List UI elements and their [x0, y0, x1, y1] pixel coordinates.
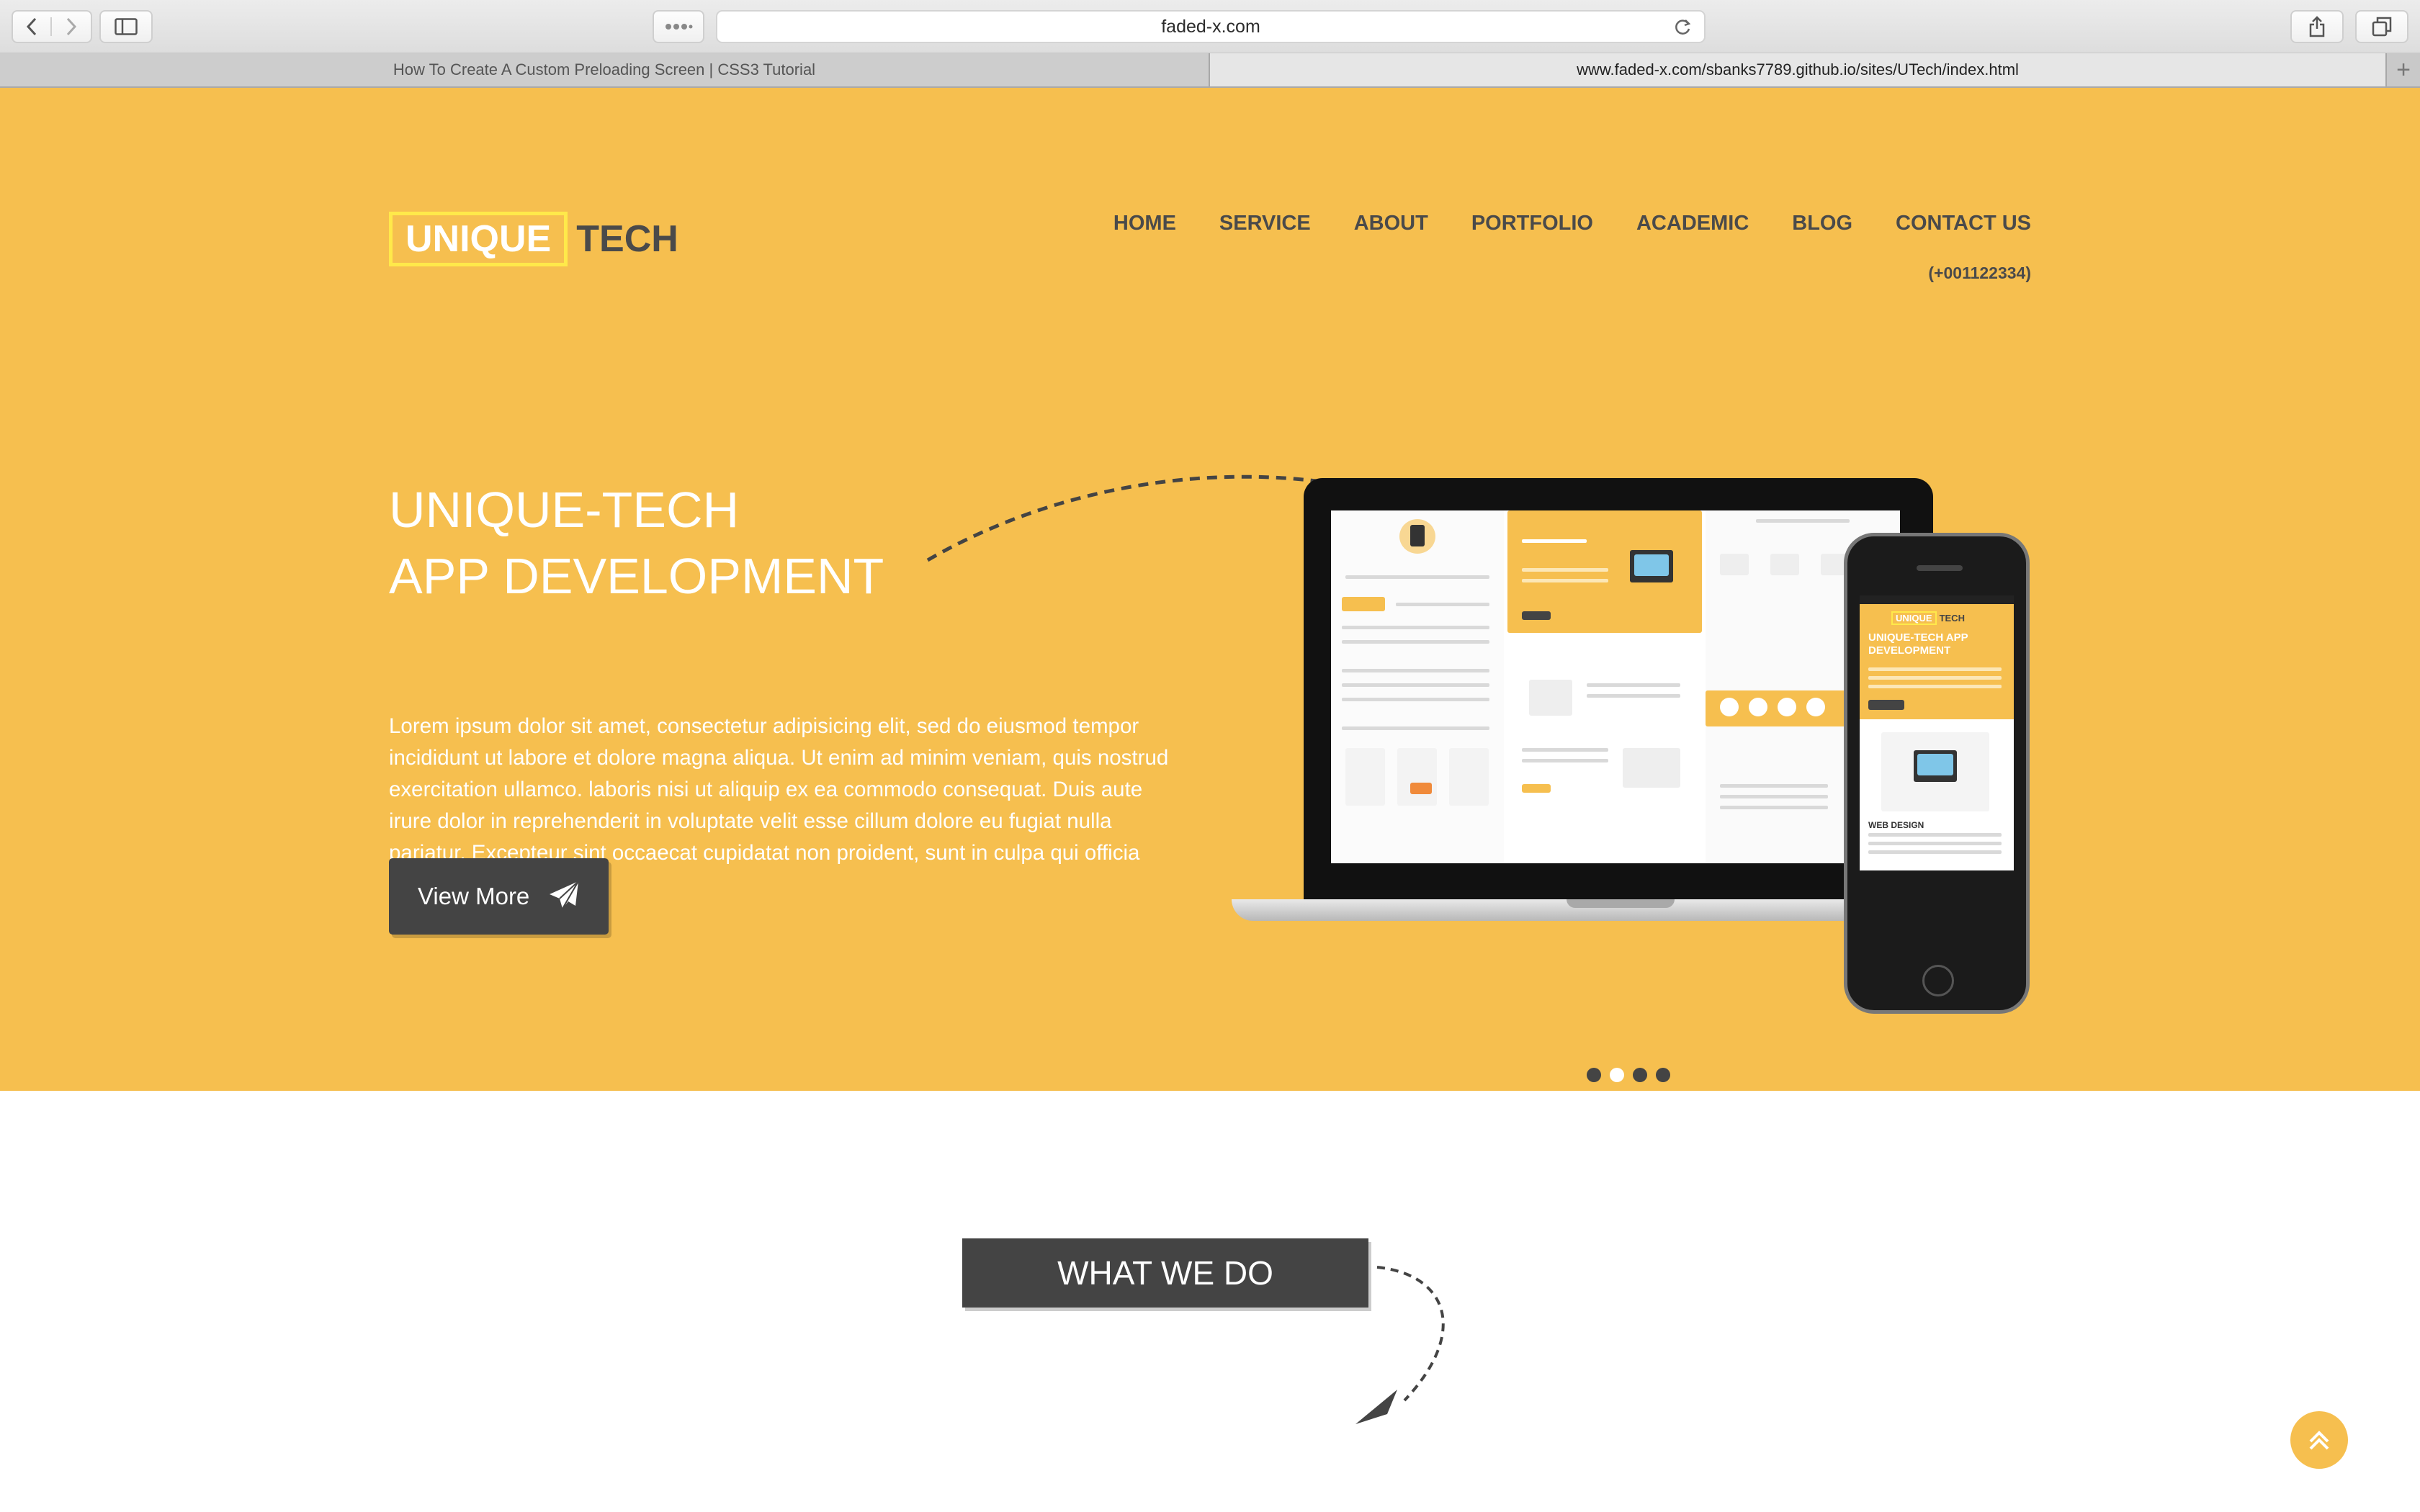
reader-button[interactable]: [653, 10, 704, 43]
carousel-dot[interactable]: [1656, 1068, 1670, 1082]
reader-icon: [666, 24, 693, 30]
view-more-label: View More: [418, 883, 530, 909]
what-we-do-heading: WHAT WE DO: [962, 1238, 1368, 1308]
browser-toolbar: faded-x.com: [0, 0, 2420, 53]
hero-title-line2: APP DEVELOPMENT: [389, 548, 884, 604]
nav-home[interactable]: HOME: [1113, 212, 1176, 235]
phone-speaker: [1917, 565, 1963, 571]
nav-contact-us[interactable]: CONTACT US: [1896, 212, 2031, 235]
phone-mockup: UNIQUE TECH UNIQUE-TECH APP DEVELOPMENT …: [1844, 533, 2030, 1014]
nav-service[interactable]: SERVICE: [1219, 212, 1311, 235]
sidebar-button[interactable]: [99, 10, 153, 43]
laptop-screen: [1331, 510, 1900, 863]
phone-screen: UNIQUE TECH UNIQUE-TECH APP DEVELOPMENT …: [1860, 595, 2014, 870]
nav-portfolio[interactable]: PORTFOLIO: [1471, 212, 1593, 235]
share-icon: [2309, 16, 2325, 37]
phone-logo-tech: TECH: [1939, 613, 1965, 624]
sidebar-icon: [115, 18, 138, 35]
tab-utech[interactable]: www.faded-x.com/sbanks7789.github.io/sit…: [1210, 53, 2385, 86]
carousel-dots: [1587, 1068, 1670, 1082]
section-title-text: WHAT WE DO: [1057, 1254, 1273, 1292]
laptop-notch: [1567, 899, 1675, 908]
tab-label: How To Create A Custom Preloading Screen…: [393, 60, 816, 78]
phone-hero-title: UNIQUE-TECH APP DEVELOPMENT: [1868, 631, 1968, 657]
share-button[interactable]: [2290, 10, 2344, 43]
forward-icon[interactable]: [52, 17, 91, 36]
nav-academic[interactable]: ACADEMIC: [1636, 212, 1749, 235]
reload-icon[interactable]: [1672, 17, 1693, 42]
carousel-dot[interactable]: [1587, 1068, 1601, 1082]
nav-blog[interactable]: BLOG: [1792, 212, 1852, 235]
phone-number: (+001122334): [1928, 264, 2031, 282]
phone-home-button: [1922, 965, 1954, 996]
logo-unique: UNIQUE: [389, 212, 568, 266]
back-icon[interactable]: [13, 17, 53, 36]
chevron-up-icon: [2309, 1431, 2329, 1450]
carousel-dot[interactable]: [1633, 1068, 1647, 1082]
paper-plane-icon: [550, 881, 579, 909]
hero-title: UNIQUE-TECH APP DEVELOPMENT: [389, 477, 1253, 609]
site-logo[interactable]: UNIQUE TECH: [389, 212, 678, 266]
hero-title-line1: UNIQUE-TECH: [389, 482, 740, 538]
address-text: faded-x.com: [1161, 16, 1260, 37]
address-bar[interactable]: faded-x.com: [716, 10, 1706, 43]
tab-preloading-tutorial[interactable]: How To Create A Custom Preloading Screen…: [0, 53, 1210, 86]
hero-section: UNIQUE TECH HOME SERVICE ABOUT PORTFOLIO…: [0, 88, 2420, 1091]
carousel-dot-active[interactable]: [1610, 1068, 1624, 1082]
dashed-arrow-decoration: [1355, 1266, 1445, 1424]
main-nav: HOME SERVICE ABOUT PORTFOLIO ACADEMIC BL…: [1113, 212, 2031, 235]
tab-bar: How To Create A Custom Preloading Screen…: [0, 53, 2420, 88]
tabs-icon: [2372, 17, 2392, 37]
tabs-button[interactable]: [2355, 10, 2408, 43]
back-forward-buttons: [12, 10, 92, 43]
tab-label: www.faded-x.com/sbanks7789.github.io/sit…: [1577, 60, 2019, 78]
scroll-to-top-button[interactable]: [2290, 1411, 2348, 1469]
phone-logo-unique: UNIQUE: [1891, 611, 1937, 625]
phone-section-label: WEB DESIGN: [1868, 820, 1924, 830]
view-more-button[interactable]: View More: [389, 858, 609, 935]
new-tab-button[interactable]: +: [2385, 53, 2420, 86]
logo-tech: TECH: [576, 218, 678, 260]
nav-about[interactable]: ABOUT: [1354, 212, 1428, 235]
